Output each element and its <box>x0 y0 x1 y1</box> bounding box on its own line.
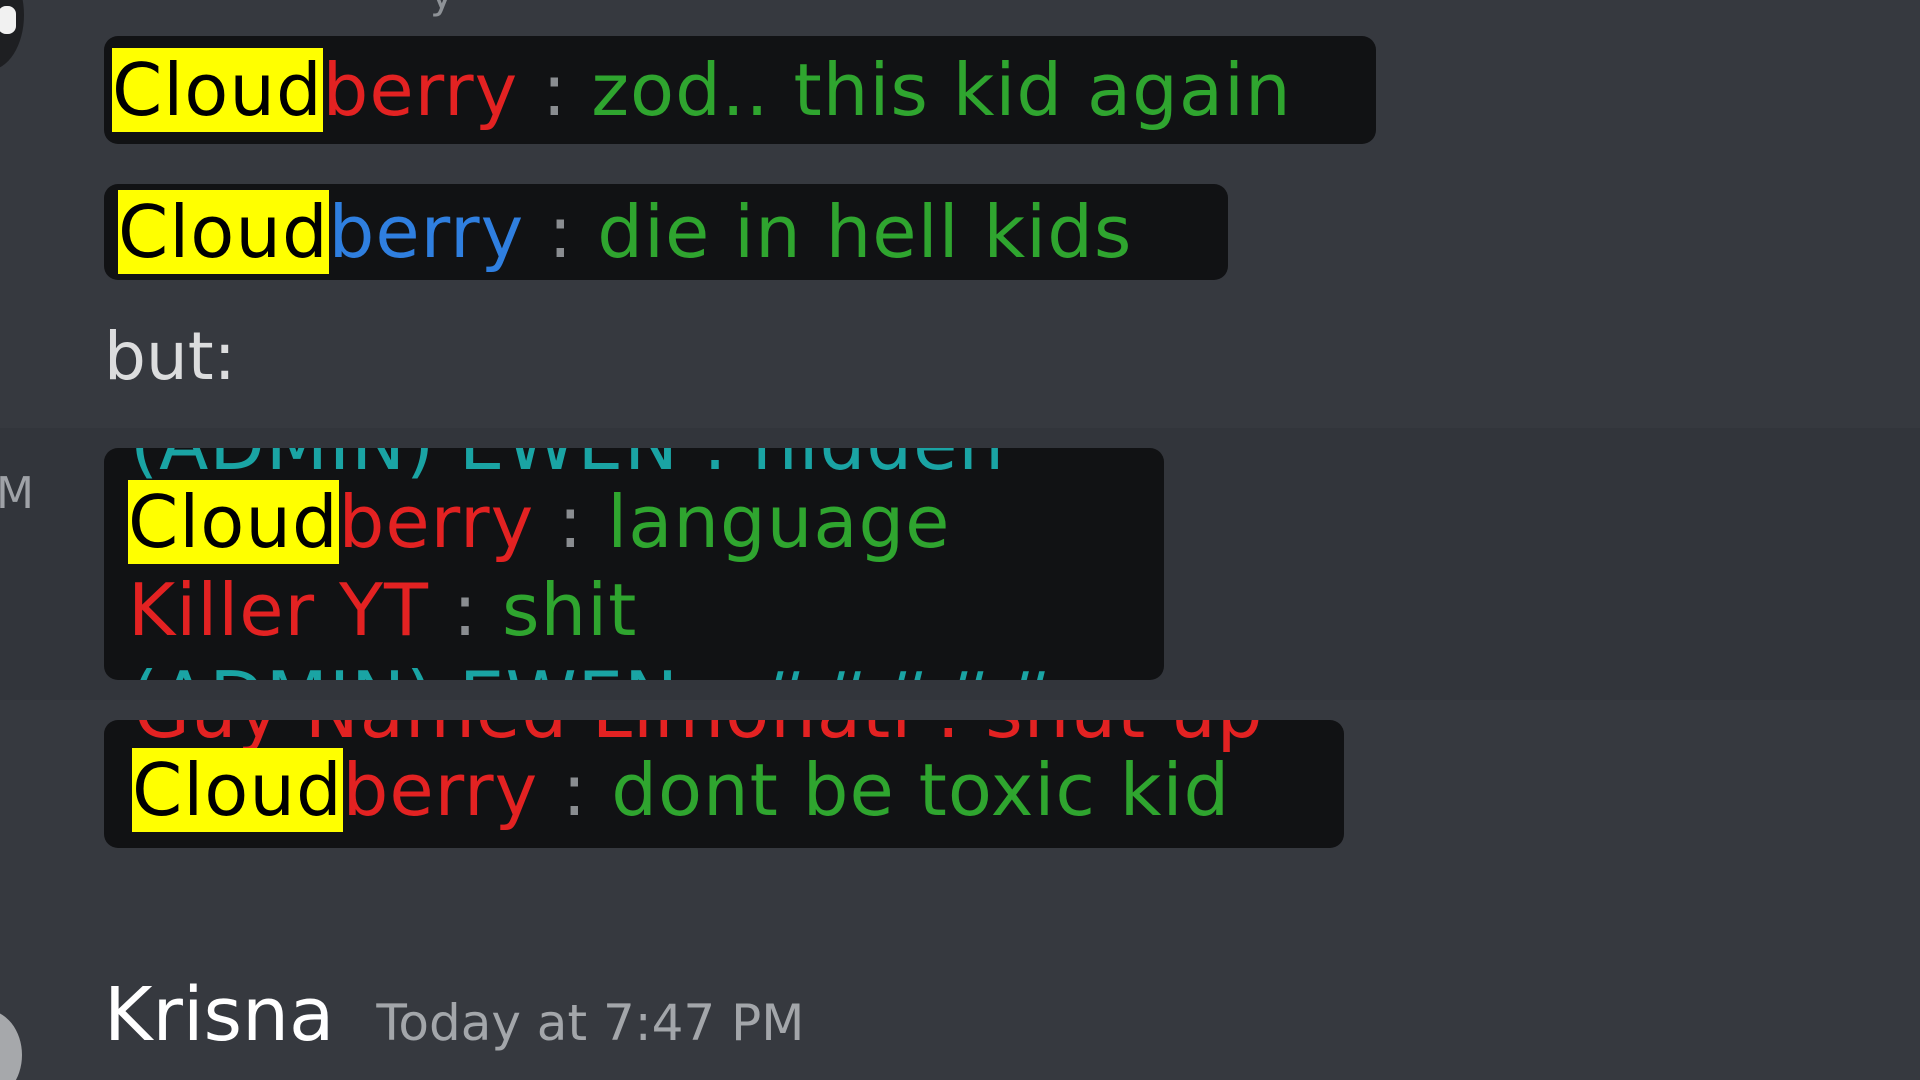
image-attachment[interactable]: (ADMIN) EWEN : hidden Cloudberry : langu… <box>104 448 1164 680</box>
clipped-chat-line: (ADMIN) EWEN : hidden <box>130 448 1005 480</box>
message-timestamp: Today at 7:47 PM <box>376 994 805 1052</box>
chat-message: die in hell kids <box>597 190 1133 274</box>
chat-message: dont be toxic kid <box>611 748 1231 832</box>
message-text: but: <box>104 318 236 395</box>
chat-message: zod.. this kid again <box>591 48 1292 132</box>
player-name-rest: berry <box>322 48 519 132</box>
message-header: Krisna Today at 7:47 PM <box>104 972 804 1062</box>
chat-message: shit <box>502 568 638 652</box>
author-name[interactable]: Krisna <box>104 972 334 1058</box>
player-name-rest: berry <box>338 480 535 564</box>
message-timestamp: M <box>0 468 34 519</box>
clipped-text: y <box>430 0 454 18</box>
player-name-rest: berry <box>328 190 525 274</box>
image-attachment[interactable]: Cloudberry : die in hell kids <box>104 184 1228 280</box>
clipped-chat-line: (ADMIN) EWEN : ##### <box>130 662 1059 680</box>
separator: : <box>518 48 592 132</box>
image-attachment[interactable]: Guy Named Limonati : shut up Cloudberry … <box>104 720 1344 848</box>
game-chat-line: Cloudberry : dont be toxic kid <box>132 748 1230 832</box>
player-name-rest: berry <box>342 748 539 832</box>
player-name-highlight: Cloud <box>112 48 323 132</box>
clipped-chat-line: Guy Named Limonati : shut up <box>134 720 1263 748</box>
separator: : <box>538 748 612 832</box>
chat-message: language <box>607 480 951 564</box>
player-name: Killer YT <box>128 568 429 652</box>
player-name-highlight: Cloud <box>128 480 339 564</box>
user-avatar[interactable] <box>0 0 24 70</box>
chat-area: y M Cloudberry : zod.. this kid again Cl… <box>0 0 1920 1080</box>
game-chat-line: Cloudberry : die in hell kids <box>118 190 1132 274</box>
player-name-highlight: Cloud <box>132 748 343 832</box>
game-chat-line: Killer YT : shit <box>128 574 637 646</box>
separator: : <box>534 480 608 564</box>
game-chat-line: Cloudberry : zod.. this kid again <box>112 48 1292 132</box>
separator: : <box>428 568 503 652</box>
game-chat-line: Cloudberry : language <box>128 480 950 564</box>
user-avatar[interactable] <box>0 1010 22 1080</box>
separator: : <box>524 190 598 274</box>
player-name-highlight: Cloud <box>118 190 329 274</box>
image-attachment[interactable]: Cloudberry : zod.. this kid again <box>104 36 1376 144</box>
